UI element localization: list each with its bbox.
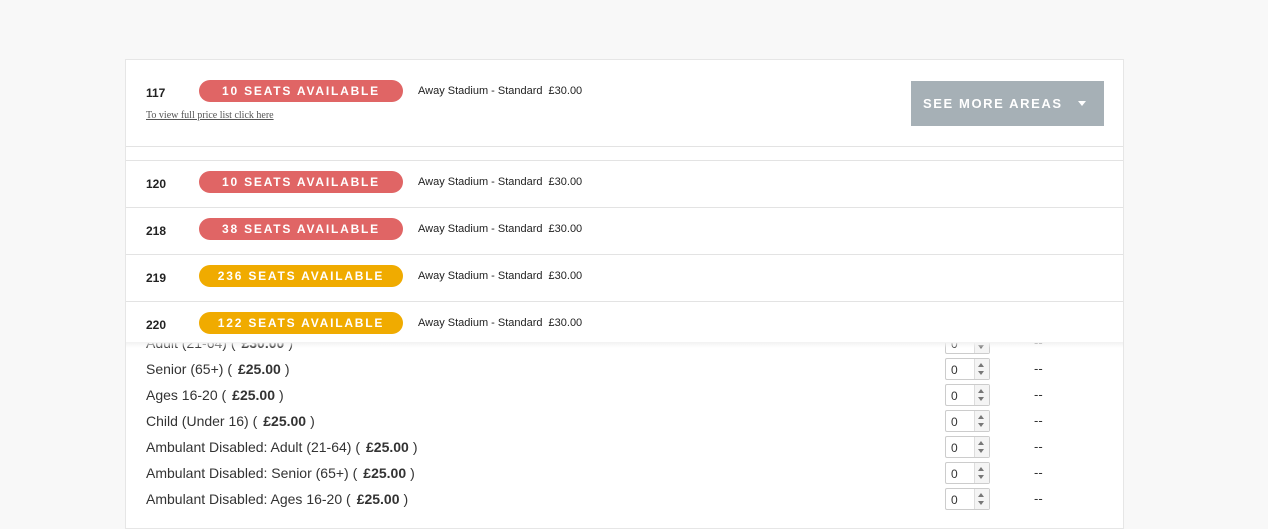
increment-icon[interactable] [978, 493, 984, 497]
area-price: Away Stadium - Standard £30.00 [418, 270, 583, 282]
dropdown-shadow [126, 342, 1123, 348]
increment-icon[interactable] [978, 363, 984, 367]
ticket-label: Ambulant Disabled: Senior (65+) (£25.00) [146, 465, 415, 481]
see-more-areas-button[interactable]: SEE MORE AREAS [911, 81, 1104, 126]
ticket-row-ambulant-adult: Ambulant Disabled: Adult (21-64) (£25.00… [146, 435, 1106, 459]
area-price: Away Stadium - Standard £30.00 [418, 85, 583, 97]
area-number: 120 [146, 177, 167, 191]
decrement-icon[interactable] [978, 501, 984, 505]
price-list-link[interactable]: To view full price list click here [146, 110, 274, 121]
area-option-219[interactable]: 219 236 SEATS AVAILABLE Away Stadium - S… [126, 255, 1123, 301]
ticket-row-child: Child (Under 16) (£25.00) 0 -- [146, 409, 1106, 433]
line-total: -- [1034, 439, 1043, 454]
area-number: 220 [146, 318, 167, 332]
line-total: -- [1034, 361, 1043, 376]
line-total: -- [1034, 413, 1043, 428]
quantity-stepper[interactable]: 0 [945, 384, 990, 406]
ticket-label: Ambulant Disabled: Adult (21-64) (£25.00… [146, 439, 418, 455]
seats-available-badge: 236 SEATS AVAILABLE [199, 265, 403, 287]
decrement-icon[interactable] [978, 371, 984, 375]
line-total: -- [1034, 465, 1043, 480]
area-number: 218 [146, 224, 167, 238]
decrement-icon[interactable] [978, 449, 984, 453]
decrement-icon[interactable] [978, 475, 984, 479]
quantity-stepper[interactable]: 0 [945, 410, 990, 432]
ticket-row-ages-16-20: Ages 16-20 (£25.00) 0 -- [146, 383, 1106, 407]
quantity-stepper[interactable]: 0 [945, 462, 990, 484]
decrement-icon[interactable] [978, 397, 984, 401]
quantity-stepper[interactable]: 0 [945, 436, 990, 458]
quantity-stepper[interactable]: 0 [945, 358, 990, 380]
ticket-label: Senior (65+) (£25.00) [146, 361, 290, 377]
quantity-stepper[interactable]: 0 [945, 488, 990, 510]
line-total: -- [1034, 491, 1043, 506]
seats-available-badge: 122 SEATS AVAILABLE [199, 312, 403, 334]
seats-available-badge: 38 SEATS AVAILABLE [199, 218, 403, 240]
ticket-row-ambulant-ages-16-20: Ambulant Disabled: Ages 16-20 (£25.00) 0… [146, 487, 1106, 511]
area-number: 117 [146, 86, 166, 100]
chevron-down-icon [1078, 101, 1086, 106]
selected-area-row: 117 10 SEATS AVAILABLE Away Stadium - St… [126, 60, 1123, 146]
ticket-row-ambulant-senior: Ambulant Disabled: Senior (65+) (£25.00)… [146, 461, 1106, 485]
increment-icon[interactable] [978, 389, 984, 393]
increment-icon[interactable] [978, 467, 984, 471]
decrement-icon[interactable] [978, 423, 984, 427]
area-price: Away Stadium - Standard £30.00 [418, 176, 583, 188]
seats-available-badge: 10 SEATS AVAILABLE [199, 171, 403, 193]
increment-icon[interactable] [978, 415, 984, 419]
dropdown-spacer [126, 147, 1123, 160]
area-option-220[interactable]: 220 122 SEATS AVAILABLE Away Stadium - S… [126, 302, 1123, 343]
ticket-label: Child (Under 16) (£25.00) [146, 413, 315, 429]
increment-icon[interactable] [978, 441, 984, 445]
ticket-label: Ages 16-20 (£25.00) [146, 387, 284, 403]
seats-available-badge: 10 SEATS AVAILABLE [199, 80, 403, 102]
area-option-120[interactable]: 120 10 SEATS AVAILABLE Away Stadium - St… [126, 161, 1123, 207]
area-option-218[interactable]: 218 38 SEATS AVAILABLE Away Stadium - St… [126, 208, 1123, 254]
area-number: 219 [146, 271, 167, 285]
line-total: -- [1034, 387, 1043, 402]
ticket-label: Ambulant Disabled: Ages 16-20 (£25.00) [146, 491, 409, 507]
area-price: Away Stadium - Standard £30.00 [418, 223, 583, 235]
ticket-row-senior: Senior (65+) (£25.00) 0 -- [146, 357, 1106, 381]
area-price: Away Stadium - Standard £30.00 [418, 317, 583, 329]
